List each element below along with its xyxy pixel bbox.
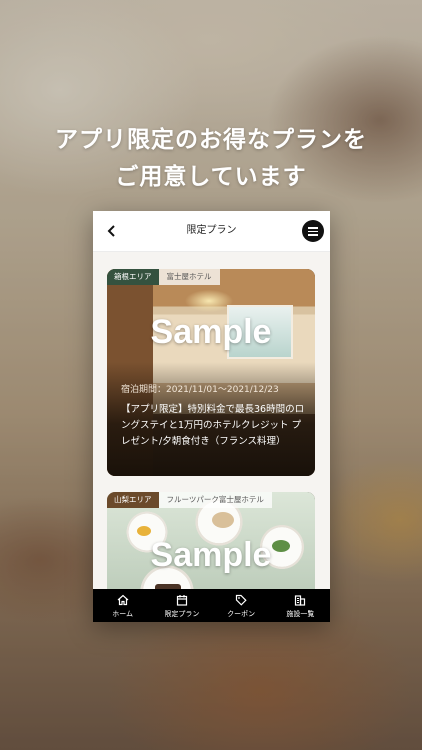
plan-description: 【アプリ限定】特別料金で最長36時間のロングステイと1万円のホテルクレジット プ… <box>121 404 305 447</box>
sample-watermark: Sample <box>150 536 272 574</box>
tab-label: 限定プラン <box>164 610 200 618</box>
food-garnish <box>212 512 234 528</box>
home-icon <box>117 594 129 606</box>
plan-tags: 箱根エリア 富士屋ホテル <box>107 269 220 285</box>
building-icon <box>295 595 306 606</box>
tab-facilities[interactable]: 施設一覧 <box>271 589 330 622</box>
tab-limited-plans[interactable]: 限定プラン <box>152 589 211 622</box>
headline-line-2: ご用意しています <box>115 164 307 190</box>
bottom-tab-bar: ホーム 限定プラン クーポン 施設一覧 <box>93 589 330 622</box>
plan-card[interactable]: 箱根エリア 富士屋ホテル Sample 宿泊期間：2021/11/01～2021… <box>107 269 315 476</box>
tag-icon <box>236 594 247 606</box>
app-screen-mockup: 限定プラン 箱根エリア 富士屋ホテル Sample 宿泊期間：2021/11/0… <box>93 211 330 622</box>
tab-label: 施設一覧 <box>286 610 315 618</box>
calendar-icon <box>176 595 187 606</box>
menu-button[interactable] <box>302 220 324 242</box>
tab-label: クーポン <box>227 610 256 618</box>
tab-home[interactable]: ホーム <box>93 589 152 622</box>
plan-tags: 山梨エリア フルーツパーク富士屋ホテル <box>107 492 272 508</box>
tab-label: ホーム <box>112 610 134 618</box>
area-tag: 箱根エリア <box>107 269 159 285</box>
headline-line-1: アプリ限定のお得なプランを <box>55 127 367 153</box>
hamburger-menu-icon <box>308 227 318 229</box>
tab-coupons[interactable]: クーポン <box>212 589 271 622</box>
hotel-tag: フルーツパーク富士屋ホテル <box>158 492 272 508</box>
hotel-tag: 富士屋ホテル <box>158 269 220 285</box>
page-title: 限定プラン <box>186 225 237 236</box>
nav-bar: 限定プラン <box>93 211 330 252</box>
food-garnish <box>137 526 151 536</box>
sample-watermark: Sample <box>150 313 272 351</box>
area-tag: 山梨エリア <box>107 492 159 508</box>
stay-period: 宿泊期間：2021/11/01～2021/12/23 <box>121 385 279 395</box>
promo-headline: アプリ限定のお得なプランを ご用意しています <box>0 122 422 196</box>
